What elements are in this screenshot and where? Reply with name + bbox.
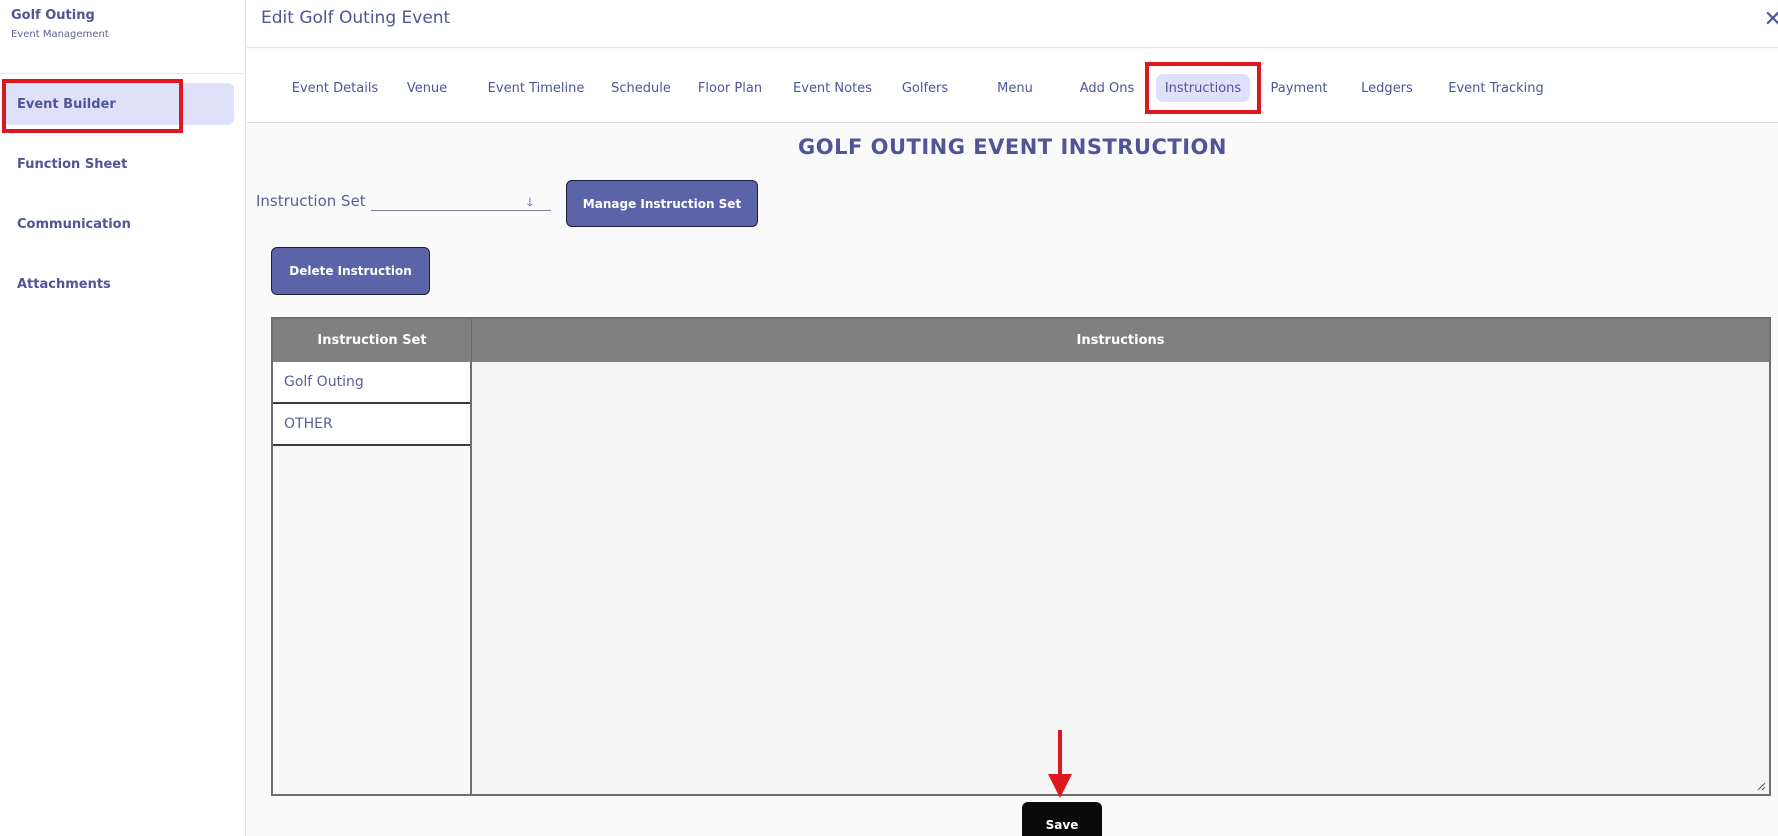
sidebar-item-communication[interactable]: Communication	[4, 203, 234, 245]
close-icon[interactable]: ✕	[1764, 7, 1778, 32]
brand-subtitle: Event Management	[11, 29, 109, 40]
tab-add-ons[interactable]: Add Ons	[1076, 74, 1138, 102]
arrow-down-icon: 🡓	[526, 195, 533, 209]
tab-instructions[interactable]: Instructions	[1145, 62, 1261, 114]
manage-instruction-set-button[interactable]: Manage Instruction Set	[566, 180, 758, 227]
sidebar: Golf Outing Event Management Event Build…	[0, 0, 246, 836]
instructions-table: Instruction Set Instructions Golf Outing…	[271, 317, 1771, 796]
instruction-set-label: Instruction Set	[256, 192, 366, 210]
tab-event-details[interactable]: Event Details	[290, 74, 380, 102]
brand: Golf Outing Event Management	[0, 0, 245, 74]
tab-golfers[interactable]: Golfers	[897, 74, 953, 102]
tab-event-tracking[interactable]: Event Tracking	[1447, 74, 1545, 102]
list-item-golf-outing[interactable]: Golf Outing	[273, 362, 470, 404]
brand-title: Golf Outing	[11, 8, 95, 23]
delete-instruction-button[interactable]: Delete Instruction	[271, 247, 430, 295]
tab-ledgers[interactable]: Ledgers	[1359, 74, 1415, 102]
list-item-other[interactable]: OTHER	[273, 404, 470, 446]
tab-schedule[interactable]: Schedule	[608, 74, 674, 102]
tab-floor-plan[interactable]: Floor Plan	[694, 74, 766, 102]
tab-event-notes[interactable]: Event Notes	[788, 74, 877, 102]
red-arrow-annotation-icon	[1048, 730, 1072, 798]
page-title: GOLF OUTING EVENT INSTRUCTION	[798, 135, 1227, 159]
header: Edit Golf Outing Event ✕	[247, 0, 1778, 48]
resize-handle-icon[interactable]	[1756, 781, 1766, 791]
tab-event-timeline[interactable]: Event Timeline	[487, 74, 585, 102]
tab-payment[interactable]: Payment	[1266, 74, 1332, 102]
save-button[interactable]: Save	[1022, 802, 1102, 836]
column-header-instruction-set: Instruction Set	[273, 319, 472, 362]
sidebar-item-event-builder[interactable]: Event Builder	[2, 79, 234, 133]
tab-venue[interactable]: Venue	[401, 74, 453, 102]
instruction-set-list: Golf Outing OTHER	[273, 362, 472, 794]
sidebar-item-function-sheet[interactable]: Function Sheet	[4, 143, 234, 185]
tab-menu[interactable]: Menu	[992, 74, 1038, 102]
instruction-set-select[interactable]: 🡓	[371, 188, 551, 211]
instructions-textarea[interactable]	[474, 362, 1769, 794]
column-header-instructions: Instructions	[1076, 333, 1165, 348]
table-header: Instruction Set Instructions	[273, 319, 1769, 362]
tab-bar: Event Details Venue Event Timeline Sched…	[247, 49, 1778, 123]
page-header-title: Edit Golf Outing Event	[261, 8, 451, 28]
sidebar-item-attachments[interactable]: Attachments	[4, 263, 234, 305]
